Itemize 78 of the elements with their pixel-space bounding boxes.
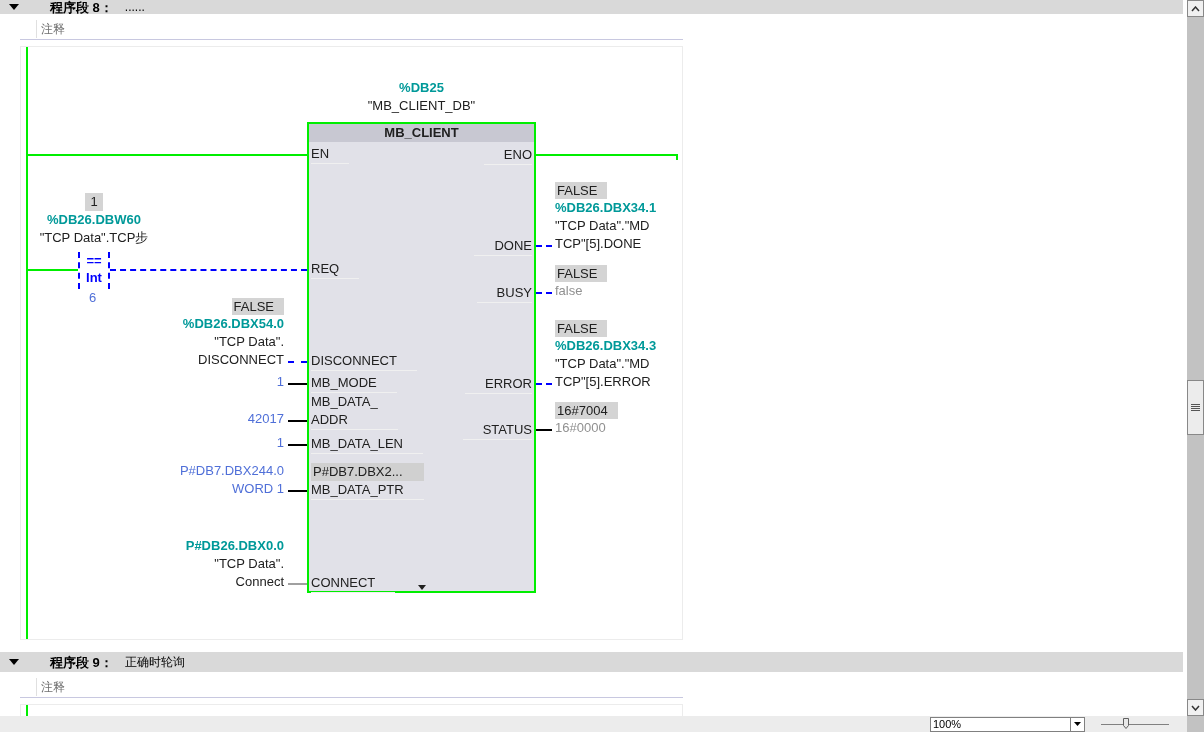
operand-symbol: "TCP Data".	[214, 555, 284, 573]
collapse-arrow-icon[interactable]	[8, 3, 22, 11]
constant-value: P#DB7.DBX244.0	[179, 462, 284, 480]
operand-address: %DB26.DBX34.3	[555, 337, 657, 355]
connection-wire	[536, 292, 552, 294]
compare-type: Int	[86, 269, 102, 286]
constant-value: 1	[276, 434, 284, 452]
network-label: 程序段 9：	[50, 655, 113, 669]
network-title: ......	[124, 1, 145, 13]
connection-wire	[288, 583, 307, 585]
operand-symbol: TCP"[5].DONE	[555, 235, 642, 253]
constant-value: WORD 1	[232, 480, 284, 498]
power-wire	[27, 269, 78, 271]
operand-address: %DB26.DBX54.0	[182, 315, 284, 333]
operand-symbol: "TCP Data".TCP步	[39, 229, 149, 247]
function-block[interactable]: MB_CLIENT EN REQ DISCONNECT MB_MODE MB_DATA_ ADDR MB_DATA_LEN P#DB7.DBX2... MB_DATA_PTR CONNECT ENO DONE BUSY ERROR STATUS	[307, 122, 536, 593]
pin-label: MB_DATA_LEN	[311, 435, 423, 454]
comment-field[interactable]: 注释	[36, 19, 65, 38]
online-value: FALSE	[231, 298, 284, 315]
vertical-scrollbar[interactable]	[1187, 0, 1204, 732]
constant-value: 6	[89, 289, 97, 307]
operand-address: %DB26.DBW60	[47, 211, 141, 229]
connection-wire	[288, 361, 307, 363]
pin-label: DISCONNECT	[311, 352, 417, 371]
online-value: P#DB7.DBX2...	[311, 463, 424, 481]
online-value: 16#7004	[555, 402, 618, 419]
online-value: FALSE	[555, 182, 608, 199]
pin-label: ERROR	[465, 375, 532, 394]
operand-address: P#DB26.DBX0.0	[185, 537, 284, 555]
pin-label: CONNECT	[311, 574, 396, 593]
zoom-value: 100%	[932, 718, 962, 730]
connection-wire	[288, 444, 307, 446]
connection-wire	[536, 383, 552, 385]
collapse-arrow-icon[interactable]	[8, 658, 22, 666]
operand-symbol: "TCP Data".	[214, 333, 284, 351]
connection-wire	[536, 245, 552, 247]
pin-label: REQ	[311, 260, 360, 279]
instance-name: "MB_CLIENT_DB"	[367, 97, 476, 115]
slider-thumb[interactable]	[1122, 718, 1129, 729]
operand-symbol: TCP"[5].ERROR	[555, 373, 651, 391]
pin-label: MB_DATA_PTR	[311, 481, 424, 500]
connection-wire	[536, 429, 552, 431]
connection-wire	[288, 420, 307, 422]
scroll-thumb[interactable]	[1187, 380, 1204, 435]
network-title: 正确时轮询	[124, 656, 185, 668]
connection-wire	[288, 383, 307, 385]
network-label: 程序段 8：	[50, 0, 113, 14]
default-value: 16#0000	[555, 419, 606, 437]
default-value: false	[555, 282, 583, 300]
pin-label: BUSY	[476, 284, 532, 303]
scroll-up-icon[interactable]	[1187, 0, 1204, 17]
pin-label: DONE	[474, 237, 532, 256]
connection-wire	[288, 490, 307, 492]
comment-field[interactable]: 注释	[36, 677, 65, 696]
compare-box[interactable]: == Int	[78, 252, 110, 289]
zoom-slider[interactable]	[1101, 718, 1169, 730]
dropdown-arrow-icon[interactable]	[1070, 717, 1084, 731]
block-title: MB_CLIENT	[309, 124, 534, 142]
instance-address: %DB25	[399, 79, 444, 97]
operand-symbol: "TCP Data"."MD	[555, 217, 650, 235]
operand-address: %DB26.DBX34.1	[555, 199, 657, 217]
zoom-dropdown[interactable]: 100%	[930, 716, 1085, 732]
pin-label: ENO	[483, 146, 532, 165]
constant-value: 42017	[247, 410, 284, 428]
expand-triangle-icon[interactable]	[418, 585, 426, 590]
pin-label: MB_MODE	[311, 374, 397, 393]
scroll-down-icon[interactable]	[1187, 699, 1204, 716]
online-value: 1	[85, 193, 103, 211]
online-value: FALSE	[555, 265, 608, 282]
pin-label: MB_DATA_ ADDR	[311, 393, 398, 430]
operand-symbol: Connect	[235, 573, 284, 591]
online-value: FALSE	[555, 320, 608, 337]
pin-label: EN	[311, 145, 350, 164]
compare-operator: ==	[86, 252, 102, 269]
pin-label: STATUS	[462, 421, 532, 440]
operand-symbol: DISCONNECT	[198, 351, 284, 369]
operand-symbol: "TCP Data"."MD	[555, 355, 650, 373]
constant-value: 1	[276, 373, 284, 391]
